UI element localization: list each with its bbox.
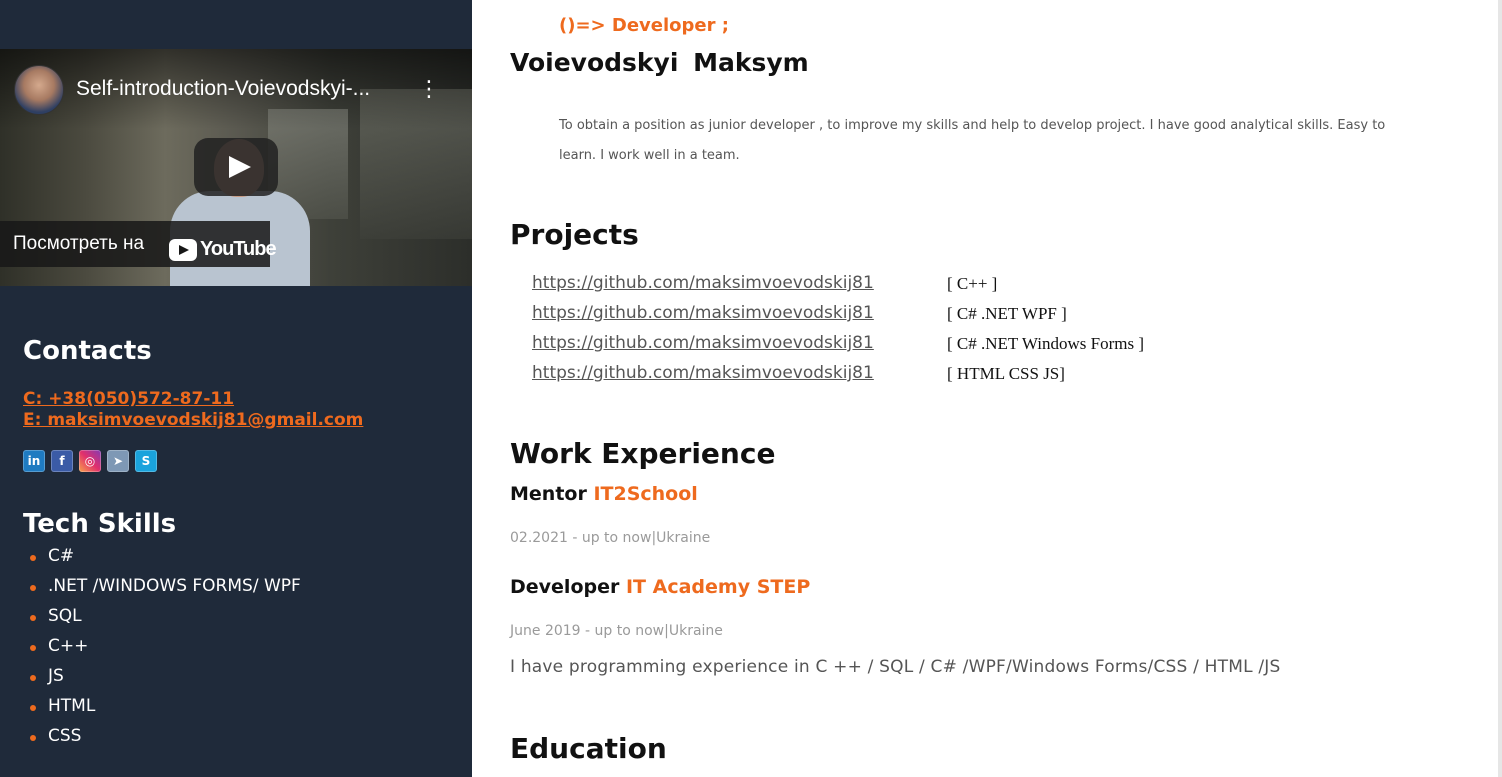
job-organization: IT2School xyxy=(593,483,698,505)
objective-text: To obtain a position as junior developer… xyxy=(559,118,1386,163)
contacts-heading: Contacts xyxy=(23,336,152,366)
skill-label: C# xyxy=(48,546,75,566)
skill-label: HTML xyxy=(48,696,96,716)
education-heading: Education xyxy=(510,732,667,765)
phone-link[interactable]: C: +38(050)572-87-11 xyxy=(23,389,234,409)
person-name: Voievodskyi Maksym xyxy=(510,48,809,77)
instagram-icon[interactable]: ◎ xyxy=(79,450,101,472)
telegram-icon[interactable]: ➤ xyxy=(107,450,129,472)
project-link[interactable]: https://github.com/maksimvoevodskij81 xyxy=(532,333,874,353)
job-role: Mentor xyxy=(510,483,587,505)
skill-label: .NET /WINDOWS FORMS/ WPF xyxy=(48,576,301,596)
job-description: I have programming experience in C ++ / … xyxy=(510,657,1281,677)
linkedin-icon[interactable]: in xyxy=(23,450,45,472)
more-options-icon[interactable]: ⋮ xyxy=(418,79,440,103)
skill-label: SQL xyxy=(48,606,82,626)
email-link[interactable]: E: maksimvoevodskij81@gmail.com xyxy=(23,410,363,430)
youtube-play-icon xyxy=(169,239,197,261)
project-tech: [ HTML CSS JS] xyxy=(947,364,1065,383)
bullet-icon xyxy=(30,705,36,711)
video-title[interactable]: Self-introduction-Voievodskyi-... xyxy=(76,77,370,101)
project-tech: [ C# .NET Windows Forms ] xyxy=(947,334,1145,353)
bullet-icon xyxy=(30,735,36,741)
sidebar: Self-introduction-Voievodskyi-... ⋮ Посм… xyxy=(0,0,472,777)
channel-avatar[interactable] xyxy=(14,65,64,115)
project-tech: [ C++ ] xyxy=(947,274,998,293)
job-dates: June 2019 - up to now|Ukraine xyxy=(510,623,723,639)
bullet-icon xyxy=(30,645,36,651)
tagline: ()=> Developer ; xyxy=(559,15,729,36)
projects-heading: Projects xyxy=(510,218,639,251)
skill-label: C++ xyxy=(48,636,89,656)
skype-icon[interactable]: S xyxy=(135,450,157,472)
youtube-video-embed[interactable]: Self-introduction-Voievodskyi-... ⋮ Посм… xyxy=(0,49,472,286)
watch-on-label: Посмотреть на xyxy=(13,233,145,254)
facebook-icon[interactable]: f xyxy=(51,450,73,472)
project-tech: [ C# .NET WPF ] xyxy=(947,304,1067,323)
youtube-wordmark: YouTube xyxy=(200,238,277,260)
main-content: ()=> Developer ; Voievodskyi Maksym To o… xyxy=(472,0,1498,777)
job-role: Developer xyxy=(510,576,620,598)
work-experience-heading: Work Experience xyxy=(510,437,776,470)
play-button[interactable] xyxy=(194,138,278,196)
tech-skills-heading: Tech Skills xyxy=(23,509,177,539)
skill-label: JS xyxy=(48,666,64,686)
job-title: Developer IT Academy STEP xyxy=(510,576,810,598)
bullet-icon xyxy=(30,615,36,621)
project-link[interactable]: https://github.com/maksimvoevodskij81 xyxy=(532,303,874,323)
bullet-icon xyxy=(30,675,36,681)
bullet-icon xyxy=(30,555,36,561)
bullet-icon xyxy=(30,585,36,591)
project-link[interactable]: https://github.com/maksimvoevodskij81 xyxy=(532,363,874,383)
job-organization: IT Academy STEP xyxy=(625,576,811,598)
skill-label: CSS xyxy=(48,726,82,746)
project-link[interactable]: https://github.com/maksimvoevodskij81 xyxy=(532,273,874,293)
job-title: Mentor IT2School xyxy=(510,483,698,505)
scrollbar[interactable] xyxy=(1498,0,1502,777)
job-dates: 02.2021 - up to now|Ukraine xyxy=(510,530,711,546)
